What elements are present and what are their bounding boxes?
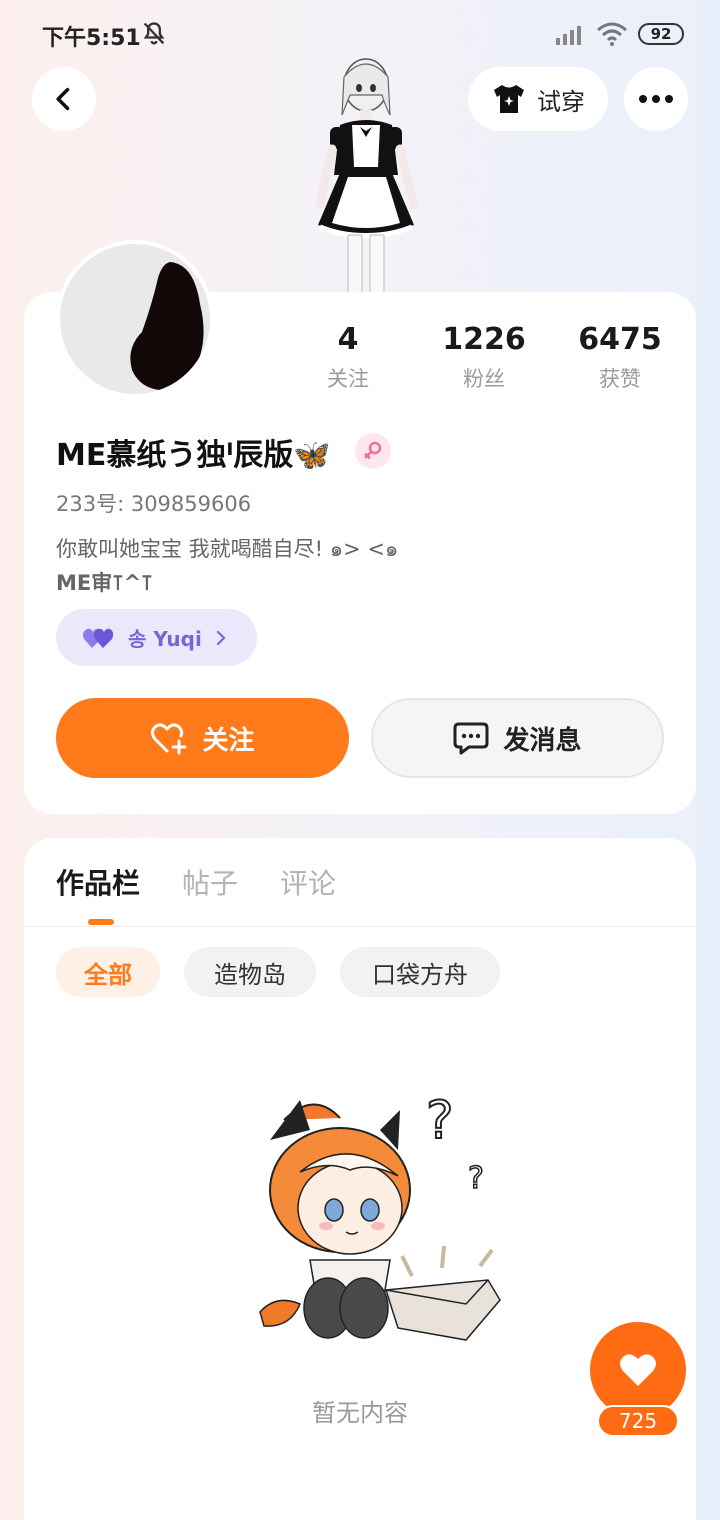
- wifi-icon: [597, 22, 627, 46]
- gender-badge: [355, 433, 391, 469]
- chevron-left-icon: [56, 87, 70, 111]
- chat-bubble-icon: [453, 722, 489, 755]
- like-count-badge: 725: [597, 1405, 679, 1437]
- fan-badge-button[interactable]: 송 Yuqi: [56, 609, 257, 666]
- empty-state-illustration: ? ?: [259, 1090, 501, 1341]
- message-button[interactable]: 发消息: [371, 698, 664, 778]
- fan-badge-label: 송 Yuqi: [128, 627, 202, 651]
- signal-icon: [556, 26, 581, 45]
- svg-text:?: ?: [468, 1161, 484, 1196]
- chip-pocket-ark[interactable]: 口袋方舟: [340, 947, 500, 997]
- svg-text:?: ?: [426, 1091, 454, 1151]
- follow-label: 关注: [202, 725, 255, 756]
- divider: [24, 926, 696, 927]
- try-on-label: 试穿: [537, 87, 585, 116]
- bio-line-2: ME审⊺^⊺: [56, 571, 153, 595]
- heart-plus-icon: [151, 723, 187, 755]
- profile-stats: 4 关注 1226 粉丝 6475 获赞: [290, 322, 690, 402]
- chip-creation-island[interactable]: 造物岛: [184, 947, 316, 997]
- works-tabs: 作品栏 帖子 评论: [56, 862, 336, 902]
- stat-likes-value: 6475: [578, 322, 662, 357]
- avatar[interactable]: [56, 240, 214, 398]
- chip-all[interactable]: 全部: [56, 947, 160, 997]
- double-heart-icon: [83, 628, 114, 648]
- female-icon: [364, 441, 382, 460]
- stat-likes-label: 获赞: [599, 367, 641, 391]
- username: ME慕纸う独ᴵ辰版🦋: [56, 438, 331, 473]
- follow-button[interactable]: 关注: [56, 698, 349, 778]
- chevron-right-icon: [216, 630, 226, 645]
- stat-likes[interactable]: 6475 获赞: [555, 322, 685, 393]
- stat-fans-value: 1226: [442, 322, 526, 357]
- battery-indicator: 92: [638, 23, 684, 45]
- message-label: 发消息: [503, 725, 582, 756]
- try-on-button[interactable]: 试穿: [468, 67, 608, 131]
- bell-muted-icon: [143, 22, 165, 45]
- tab-works[interactable]: 作品栏: [56, 862, 140, 902]
- tab-posts[interactable]: 帖子: [182, 862, 238, 902]
- stat-following-value: 4: [337, 322, 359, 357]
- tshirt-icon: [494, 85, 524, 113]
- back-button[interactable]: [32, 67, 96, 131]
- stat-following-label: 关注: [327, 367, 369, 391]
- active-tab-indicator: [88, 919, 114, 925]
- stat-fans[interactable]: 1226 粉丝: [419, 322, 549, 393]
- character-avatar-image: [315, 58, 419, 295]
- like-fab-button[interactable]: [590, 1322, 686, 1418]
- user-id[interactable]: 233号: 309859606: [56, 488, 251, 518]
- stat-following[interactable]: 4 关注: [283, 322, 413, 393]
- heart-icon: [620, 1354, 656, 1386]
- more-dots-icon: [639, 95, 673, 103]
- tab-comments[interactable]: 评论: [280, 862, 336, 902]
- bio: 你敢叫她宝宝 我就喝醋自尽! ๑> <๑ ME审⊺^⊺: [56, 532, 398, 600]
- avatar-silhouette-image: [130, 262, 204, 391]
- bio-line-1: 你敢叫她宝宝 我就喝醋自尽! ๑> <๑: [56, 537, 399, 561]
- more-button[interactable]: [624, 67, 688, 131]
- stat-fans-label: 粉丝: [463, 367, 505, 391]
- status-time: 下午5:51: [42, 26, 141, 51]
